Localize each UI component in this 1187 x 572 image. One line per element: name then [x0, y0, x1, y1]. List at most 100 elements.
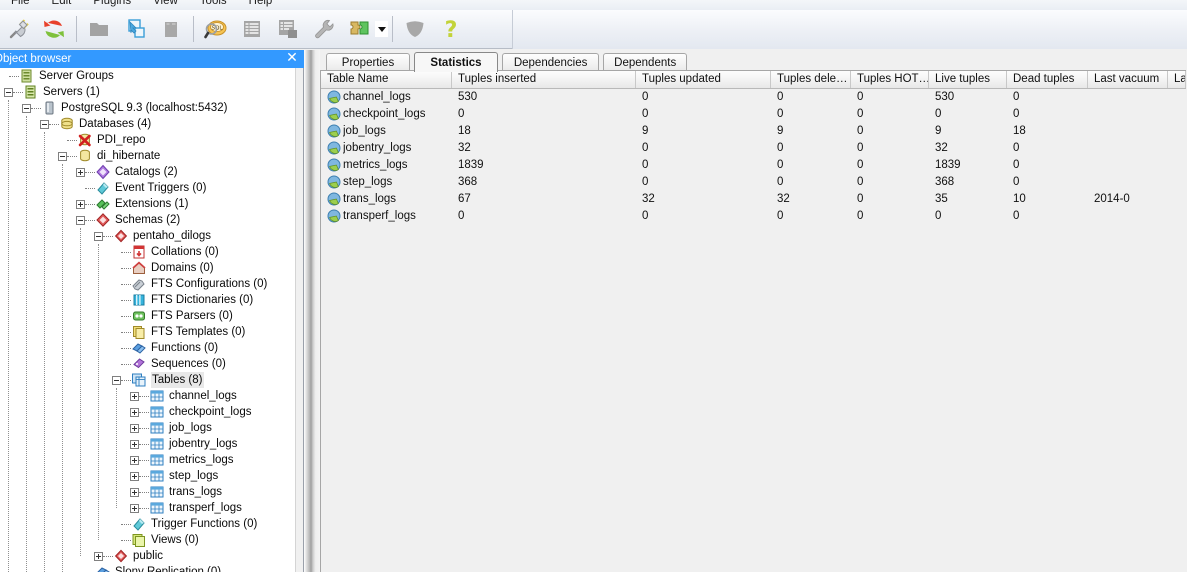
expand-icon[interactable]: [76, 199, 85, 209]
statistics-grid-body[interactable]: channel_logs 530 0 0 0 530 0 checkpoint_logs 0 0 0…: [321, 89, 1186, 572]
sql-query-icon[interactable]: SQL: [199, 12, 233, 46]
panel-splitter[interactable]: [304, 50, 320, 572]
table-icon: [149, 404, 165, 420]
column-header[interactable]: Tuples HOT…: [851, 71, 929, 88]
column-header[interactable]: Last a: [1168, 71, 1186, 88]
tab-label: Dependencies: [513, 56, 588, 69]
collapse-icon[interactable]: [22, 103, 31, 113]
tree-node[interactable]: Event Triggers (0): [76, 180, 206, 196]
collapse-icon[interactable]: [4, 87, 13, 97]
expand-icon[interactable]: [130, 455, 139, 465]
menu-item-view[interactable]: View: [142, 0, 189, 10]
tree-node[interactable]: Views (0): [112, 532, 199, 548]
table-row[interactable]: metrics_logs 1839 0 0 0 1839 0: [321, 157, 1186, 174]
refresh-icon[interactable]: [37, 12, 71, 46]
tree-node[interactable]: jobentry_logs: [130, 436, 237, 452]
expand-icon[interactable]: [130, 407, 139, 417]
expand-icon[interactable]: [130, 471, 139, 481]
menu-item-tools[interactable]: Tools: [189, 0, 238, 10]
menu-item-help[interactable]: Help: [238, 0, 284, 10]
tree-node[interactable]: pentaho_dilogs: [94, 228, 211, 244]
menu-item-file[interactable]: File: [0, 0, 41, 10]
tree-node[interactable]: channel_logs: [130, 388, 237, 404]
tree-node[interactable]: FTS Templates (0): [112, 324, 245, 340]
tree-node[interactable]: Schemas (2): [76, 212, 180, 228]
tree-node[interactable]: Functions (0): [112, 340, 218, 356]
tree-node[interactable]: FTS Parsers (0): [112, 308, 233, 324]
table-row[interactable]: trans_logs 67 32 32 0 35 10 2014-0: [321, 191, 1186, 208]
collapse-icon[interactable]: [76, 215, 85, 225]
tree-node[interactable]: Domains (0): [112, 260, 214, 276]
expand-icon[interactable]: [76, 167, 85, 177]
cell-value: 9: [642, 125, 649, 137]
collapse-icon[interactable]: [40, 119, 49, 129]
tree-node[interactable]: public: [94, 548, 163, 564]
tree-node[interactable]: Sequences (0): [112, 356, 226, 372]
help-question-icon[interactable]: ?: [434, 12, 468, 46]
cell-value: 10: [1013, 193, 1026, 205]
column-header[interactable]: Tuples inserted: [452, 71, 636, 88]
fts-dictionaries-icon: [131, 292, 147, 308]
tree-node[interactable]: di_hibernate: [58, 148, 160, 164]
table-row[interactable]: step_logs 368 0 0 0 368 0: [321, 174, 1186, 191]
collapse-icon[interactable]: [58, 151, 67, 161]
table-row[interactable]: job_logs 18 9 9 0 9 18: [321, 123, 1186, 140]
expand-icon[interactable]: [130, 439, 139, 449]
tree-node[interactable]: Databases (4): [40, 116, 151, 132]
toolbar-separator: [76, 16, 77, 42]
tree-node[interactable]: Collations (0): [112, 244, 219, 260]
column-header[interactable]: Tuples updated: [636, 71, 771, 88]
tree-node[interactable]: step_logs: [130, 468, 218, 484]
tree-node[interactable]: transperf_logs: [130, 500, 242, 516]
tree-node[interactable]: FTS Dictionaries (0): [112, 292, 253, 308]
tree-node[interactable]: PDI_repo: [58, 132, 146, 148]
tree-vertical-scrollbar[interactable]: [295, 68, 303, 572]
tree-node[interactable]: Extensions (1): [76, 196, 189, 212]
tree-connector: [121, 363, 131, 365]
table-row[interactable]: checkpoint_logs 0 0 0 0 0 0: [321, 106, 1186, 123]
close-icon[interactable]: ✕: [284, 50, 300, 68]
tree-node[interactable]: Servers (1): [4, 84, 100, 100]
cell-value: 0: [458, 210, 465, 222]
expand-icon[interactable]: [130, 423, 139, 433]
column-header[interactable]: Table Name: [321, 71, 452, 88]
object-browser-tree[interactable]: Server Groups Servers (1) PostgreSQL 9.3 (…: [0, 68, 296, 572]
tree-connector: [139, 443, 149, 445]
tree-node[interactable]: Server Groups: [0, 68, 114, 84]
collapse-icon[interactable]: [112, 375, 121, 385]
expand-icon[interactable]: [130, 487, 139, 497]
tree-node[interactable]: Tables (8): [112, 372, 204, 388]
tree-node[interactable]: job_logs: [130, 420, 212, 436]
menu-item-plugins[interactable]: Plugins: [82, 0, 142, 10]
menu-item-edit[interactable]: Edit: [41, 0, 83, 10]
tab-dependencies[interactable]: Dependencies: [502, 53, 600, 71]
tab-statistics[interactable]: Statistics: [414, 52, 498, 72]
column-header[interactable]: Live tuples: [929, 71, 1007, 88]
tab-dependents[interactable]: Dependents: [603, 53, 688, 71]
tree-node[interactable]: checkpoint_logs: [130, 404, 251, 420]
expand-icon[interactable]: [130, 503, 139, 513]
table-row[interactable]: jobentry_logs 32 0 0 0 32 0: [321, 140, 1186, 157]
column-header[interactable]: Last vacuum: [1088, 71, 1168, 88]
expand-icon[interactable]: [94, 551, 103, 561]
cell-value: 368: [458, 176, 478, 188]
tree-node-label: Databases (4): [79, 118, 152, 130]
tree-node[interactable]: Catalogs (2): [76, 164, 178, 180]
tab-label: Properties: [341, 56, 395, 69]
tree-node[interactable]: trans_logs: [130, 484, 222, 500]
new-object-icon[interactable]: [118, 12, 152, 46]
tree-node[interactable]: PostgreSQL 9.3 (localhost:5432): [22, 100, 227, 116]
table-row[interactable]: transperf_logs 0 0 0 0 0 0: [321, 208, 1186, 225]
tree-node[interactable]: Trigger Functions (0): [112, 516, 257, 532]
plugins-puzzle-icon[interactable]: [343, 12, 377, 46]
table-row[interactable]: channel_logs 530 0 0 0 530 0: [321, 89, 1186, 106]
connect-plug-icon[interactable]: [1, 12, 35, 46]
column-header[interactable]: Tuples dele…: [771, 71, 851, 88]
tree-node[interactable]: Slony Replication (0): [76, 564, 221, 572]
tree-node[interactable]: FTS Configurations (0): [112, 276, 267, 292]
tree-node[interactable]: metrics_logs: [130, 452, 234, 468]
tab-properties[interactable]: Properties: [326, 53, 410, 71]
column-header[interactable]: Dead tuples: [1007, 71, 1088, 88]
collapse-icon[interactable]: [94, 231, 103, 241]
expand-icon[interactable]: [130, 391, 139, 401]
